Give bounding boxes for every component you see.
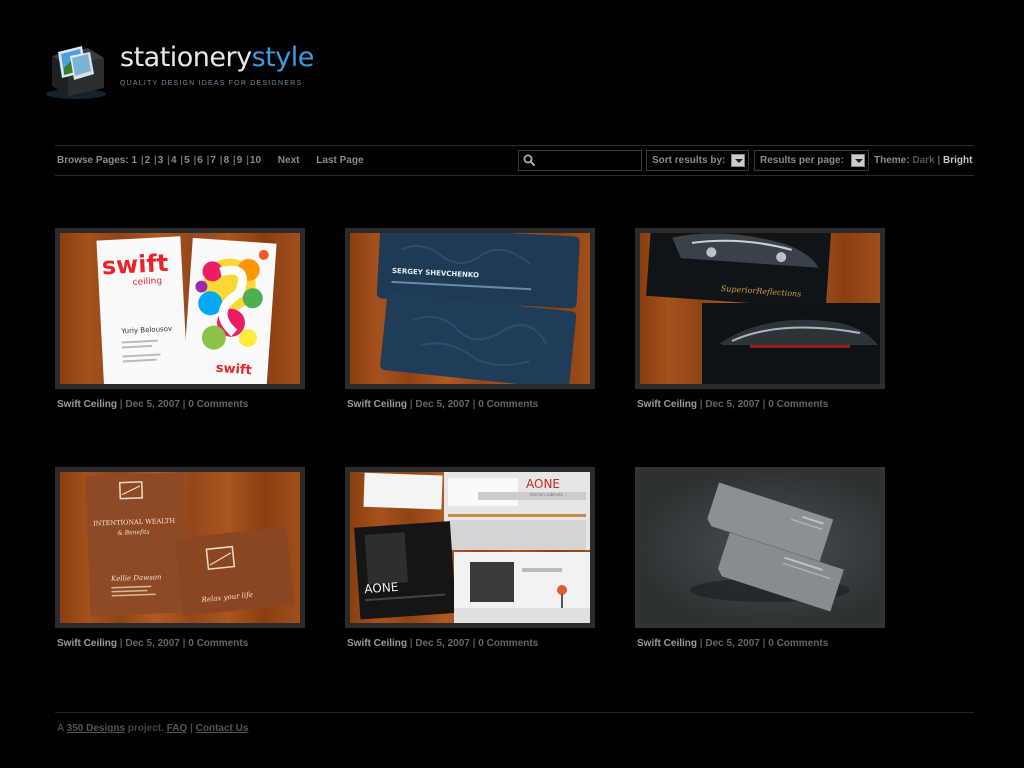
search-input[interactable] — [539, 152, 639, 169]
photo-box-icon — [46, 46, 106, 99]
contact-link[interactable]: Contact Us — [196, 723, 249, 734]
gallery-item[interactable]: SERGEY SHEVCHENKO — [345, 228, 595, 389]
theme-bright-link[interactable]: Bright — [943, 155, 972, 166]
theme-dark-link[interactable]: Dark — [912, 155, 934, 166]
gallery-item[interactable]: swift ceiling Yuriy Belousov swift — [55, 228, 305, 389]
logo-wordmark: stationerystyle — [120, 42, 314, 73]
item-date: Dec 5, 2007 — [705, 399, 760, 410]
page-link-1[interactable]: 1 — [131, 155, 137, 166]
thumbnail-image[interactable] — [640, 472, 880, 623]
thumbnail-image[interactable]: SERGEY SHEVCHENKO — [350, 233, 590, 384]
item-comments-link[interactable]: 0 Comments — [188, 638, 248, 649]
thumbnail-image[interactable]: swift ceiling Yuriy Belousov swift — [60, 233, 300, 384]
toolbar: Browse Pages: 1 |2 |3 |4 |5 |6 |7 |8 |9 … — [55, 145, 974, 176]
results-per-page-label: Results per page: — [760, 155, 844, 166]
page-link-7[interactable]: 7 — [210, 155, 216, 166]
svg-text:AONE: AONE — [364, 580, 399, 596]
thumbnail-image[interactable]: INTENTIONAL WEALTH & Benefits Kellie Daw… — [60, 472, 300, 623]
item-title-link[interactable]: Swift Ceiling — [57, 638, 117, 649]
faq-link[interactable]: FAQ — [167, 723, 188, 734]
card-brand: AONE — [526, 477, 560, 491]
brand-link[interactable]: 350 Designs — [67, 723, 125, 734]
sort-label: Sort results by: — [652, 155, 726, 166]
logo-accent-text: style — [251, 42, 315, 73]
footer-prefix: A — [57, 723, 64, 734]
card-sub: ceiling — [132, 276, 162, 288]
item-date: Dec 5, 2007 — [415, 399, 470, 410]
item-title-link[interactable]: Swift Ceiling — [347, 638, 407, 649]
theme-label: Theme: — [874, 155, 910, 166]
page-link-3[interactable]: 3 — [158, 155, 164, 166]
thumbnail-image[interactable]: SuperiorReflections — [640, 233, 880, 384]
search-icon — [523, 154, 536, 167]
page-link-4[interactable]: 4 — [171, 155, 177, 166]
card-sub: kitchen cabinets — [530, 492, 563, 497]
chevron-down-icon[interactable] — [851, 154, 865, 167]
page-link-8[interactable]: 8 — [224, 155, 230, 166]
gallery-caption: Swift Ceiling | Dec 5, 2007 | 0 Comments — [57, 399, 249, 410]
gallery-item[interactable] — [635, 467, 885, 628]
item-title-link[interactable]: Swift Ceiling — [637, 638, 697, 649]
sort-select[interactable]: Sort results by: — [646, 150, 749, 171]
chevron-down-icon[interactable] — [731, 154, 745, 167]
gallery-caption: Swift Ceiling | Dec 5, 2007 | 0 Comments — [347, 638, 539, 649]
gallery-caption: Swift Ceiling | Dec 5, 2007 | 0 Comments — [347, 399, 539, 410]
theme-switcher: Theme: Dark | Bright — [874, 155, 973, 166]
page-link-2[interactable]: 2 — [145, 155, 151, 166]
footer-mid-text: project. — [127, 723, 164, 734]
logo-main-text: stationery — [120, 42, 252, 73]
search-box[interactable] — [518, 150, 642, 171]
item-date: Dec 5, 2007 — [125, 399, 180, 410]
site-logo[interactable]: stationerystyle QUALITY DESIGN IDEAS FOR… — [42, 40, 342, 100]
gallery-caption: Swift Ceiling | Dec 5, 2007 | 0 Comments — [57, 638, 249, 649]
item-title-link[interactable]: Swift Ceiling — [637, 399, 697, 410]
item-date: Dec 5, 2007 — [415, 638, 470, 649]
gallery-caption: Swift Ceiling | Dec 5, 2007 | 0 Comments — [637, 638, 829, 649]
item-comments-link[interactable]: 0 Comments — [478, 638, 538, 649]
card-sub: & Benefits — [117, 529, 149, 537]
item-title-link[interactable]: Swift Ceiling — [347, 399, 407, 410]
footer: A 350 Designs project. FAQ | Contact Us — [57, 723, 249, 734]
browse-pages-label: Browse Pages: — [57, 155, 129, 166]
last-page-link[interactable]: Last Page — [316, 155, 363, 166]
page-link-5[interactable]: 5 — [184, 155, 190, 166]
pagination: Browse Pages: 1 |2 |3 |4 |5 |6 |7 |8 |9 … — [57, 155, 364, 166]
item-date: Dec 5, 2007 — [125, 638, 180, 649]
page-link-9[interactable]: 9 — [237, 155, 243, 166]
item-date: Dec 5, 2007 — [705, 638, 760, 649]
gallery-item[interactable]: SuperiorReflections — [635, 228, 885, 389]
gallery-caption: Swift Ceiling | Dec 5, 2007 | 0 Comments — [637, 399, 829, 410]
item-title-link[interactable]: Swift Ceiling — [57, 399, 117, 410]
item-comments-link[interactable]: 0 Comments — [188, 399, 248, 410]
page-link-10[interactable]: 10 — [250, 155, 261, 166]
item-comments-link[interactable]: 0 Comments — [768, 638, 828, 649]
thumbnail-image[interactable]: AONE kitchen cabinets AONE — [350, 472, 590, 623]
item-comments-link[interactable]: 0 Comments — [768, 399, 828, 410]
page-link-6[interactable]: 6 — [197, 155, 203, 166]
next-link[interactable]: Next — [278, 155, 300, 166]
gallery-item[interactable]: INTENTIONAL WEALTH & Benefits Kellie Daw… — [55, 467, 305, 628]
svg-text:swift: swift — [215, 361, 252, 378]
item-comments-link[interactable]: 0 Comments — [478, 399, 538, 410]
tagline: QUALITY DESIGN IDEAS FOR DESIGNERS — [120, 80, 303, 87]
gallery-item[interactable]: AONE kitchen cabinets AONE — [345, 467, 595, 628]
footer-divider — [55, 712, 974, 713]
results-per-page-select[interactable]: Results per page: — [754, 150, 869, 171]
